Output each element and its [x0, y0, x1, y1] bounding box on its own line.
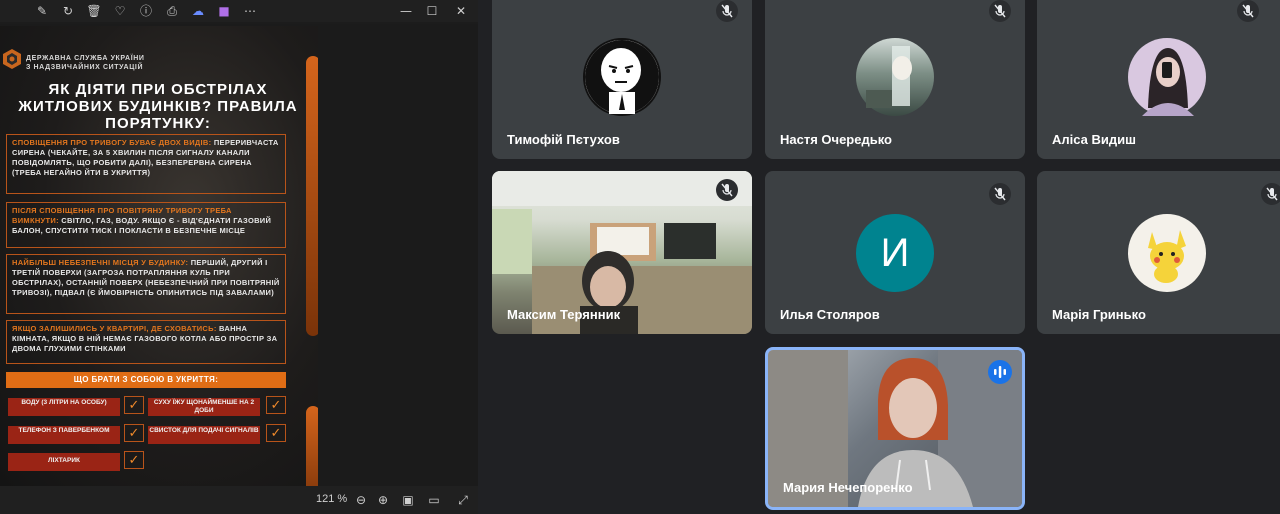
editor-icon[interactable]: ■	[216, 3, 232, 19]
zoom-out-icon[interactable]: ⊖	[353, 492, 369, 508]
safety-poster: ДЕРЖАВНА СЛУЖБА УКРАЇНИ З НАДЗВИЧАЙНИХ С…	[0, 26, 318, 486]
meme-face-icon	[583, 38, 661, 116]
mic-off-icon	[716, 0, 738, 22]
mic-off-icon	[716, 179, 738, 201]
box-heading: ЯКЩО ЗАЛИШИЛИСЬ У КВАРТИРІ, ДЕ СХОВАТИСЬ…	[12, 324, 217, 333]
participant-name: Илья Столяров	[780, 307, 880, 322]
edit-icon[interactable]: ✎	[34, 3, 50, 19]
participant-tile[interactable]: Марія Гринько	[1037, 171, 1280, 334]
mic-off-icon	[1261, 183, 1280, 205]
org-line: З НАДЗВИЧАЙНИХ СИТУАЦІЙ	[26, 64, 144, 71]
org-line: ДЕРЖАВНА СЛУЖБА УКРАЇНИ	[26, 55, 145, 62]
avatar: И	[856, 214, 934, 292]
viewer-statusbar: 121 % ⊖ ⊕ ▣ ▭ ⤢	[0, 486, 478, 514]
anime-character-icon	[856, 38, 934, 116]
fit-to-window-icon[interactable]: ▣	[400, 492, 416, 508]
organization-name: ДЕРЖАВНА СЛУЖБА УКРАЇНИ З НАДЗВИЧАЙНИХ С…	[26, 54, 145, 72]
participant-name: Максим Терянник	[507, 307, 621, 322]
screen: ✎ ↻ 🗑 ♡ ⓘ ⎙ ☁ ■ ⋯ — ☐ ✕ ДЕРЖАВНА СЛУЖБА …	[0, 0, 1280, 514]
participant-tile[interactable]: И Илья Столяров	[765, 171, 1025, 334]
checkmark-icon: ✓	[124, 451, 144, 469]
participant-tile[interactable]: Аліса Видиш	[1037, 0, 1280, 159]
girl-with-phone-icon	[1128, 38, 1206, 116]
favorite-icon[interactable]: ♡	[112, 3, 128, 19]
mic-off-icon	[989, 0, 1011, 22]
rotate-icon[interactable]: ↻	[60, 3, 76, 19]
poster-box-alarm: СПОВІЩЕННЯ ПРО ТРИВОГУ БУВАЄ ДВОХ ВИДІВ:…	[6, 134, 286, 194]
speaking-indicator-icon	[988, 360, 1012, 384]
checklist-item: ЛІХТАРИК	[8, 453, 120, 471]
mic-off-icon	[989, 183, 1011, 205]
checklist-item: ВОДУ (3 ЛІТРИ НА ОСОБУ)	[8, 398, 120, 416]
image-viewer-window: ✎ ↻ 🗑 ♡ ⓘ ⎙ ☁ ■ ⋯ — ☐ ✕ ДЕРЖАВНА СЛУЖБА …	[0, 0, 478, 514]
checkmark-icon: ✓	[266, 424, 286, 442]
poster-decoration	[306, 406, 318, 486]
participant-tile[interactable]: Настя Очередько	[765, 0, 1025, 159]
dsns-logo-icon	[3, 49, 21, 69]
print-icon[interactable]: ⎙	[164, 3, 180, 19]
viewer-toolbar: ✎ ↻ 🗑 ♡ ⓘ ⎙ ☁ ■ ⋯ — ☐ ✕	[0, 0, 478, 22]
more-icon[interactable]: ⋯	[242, 3, 258, 19]
checkmark-icon: ✓	[124, 396, 144, 414]
delete-icon[interactable]: 🗑	[86, 3, 102, 19]
participant-tile[interactable]: Мария Нечепоренко	[765, 347, 1025, 510]
actual-size-icon[interactable]: ▭	[426, 492, 442, 508]
checklist-item: СВИСТОК ДЛЯ ПОДАЧІ СИГНАЛІВ	[148, 426, 260, 444]
poster-checklist-heading: ЩО БРАТИ З СОБОЮ В УКРИТТЯ:	[6, 372, 286, 388]
checkmark-icon: ✓	[266, 396, 286, 414]
zoom-in-icon[interactable]: ⊕	[375, 492, 391, 508]
participant-name: Марія Гринько	[1052, 307, 1146, 322]
participant-name: Мария Нечепоренко	[783, 480, 913, 495]
pikachu-icon	[1128, 214, 1206, 292]
checklist-item: СУХУ ЇЖУ ЩОНАЙМЕНШЕ НА 2 ДОБИ	[148, 398, 260, 416]
poster-box-utilities: ПІСЛЯ СПОВІЩЕННЯ ПРО ПОВІТРЯНУ ТРИВОГУ Т…	[6, 202, 286, 248]
participant-name: Аліса Видиш	[1052, 132, 1136, 147]
fullscreen-icon[interactable]: ⤢	[455, 492, 471, 508]
minimize-icon[interactable]: —	[398, 3, 414, 19]
onedrive-icon[interactable]: ☁	[190, 3, 206, 19]
box-heading: НАЙБІЛЬШ НЕБЕЗПЕЧНІ МІСЦЯ У БУДИНКУ:	[12, 258, 189, 267]
checkmark-icon: ✓	[124, 424, 144, 442]
zoom-level: 121 %	[316, 493, 348, 505]
participant-name: Настя Очередько	[780, 132, 892, 147]
box-heading: СПОВІЩЕННЯ ПРО ТРИВОГУ БУВАЄ ДВОХ ВИДІВ:	[12, 138, 212, 147]
maximize-icon[interactable]: ☐	[424, 3, 440, 19]
participant-tile[interactable]: Тимофій Пєтухов	[492, 0, 752, 159]
checklist-item: ТЕЛЕФОН З ПАВЕРБЕНКОМ	[8, 426, 120, 444]
info-icon[interactable]: ⓘ	[138, 3, 154, 19]
close-icon[interactable]: ✕	[453, 3, 469, 19]
participant-name: Тимофій Пєтухов	[507, 132, 620, 147]
poster-box-dangerous-places: НАЙБІЛЬШ НЕБЕЗПЕЧНІ МІСЦЯ У БУДИНКУ: ПЕР…	[6, 254, 286, 314]
mic-off-icon	[1237, 0, 1259, 22]
participant-tile[interactable]: Максим Терянник	[492, 171, 752, 334]
poster-box-hide: ЯКЩО ЗАЛИШИЛИСЬ У КВАРТИРІ, ДЕ СХОВАТИСЬ…	[6, 320, 286, 364]
poster-title: ЯК ДІЯТИ ПРИ ОБСТРІЛАХ ЖИТЛОВИХ БУДИНКІВ…	[18, 81, 298, 132]
